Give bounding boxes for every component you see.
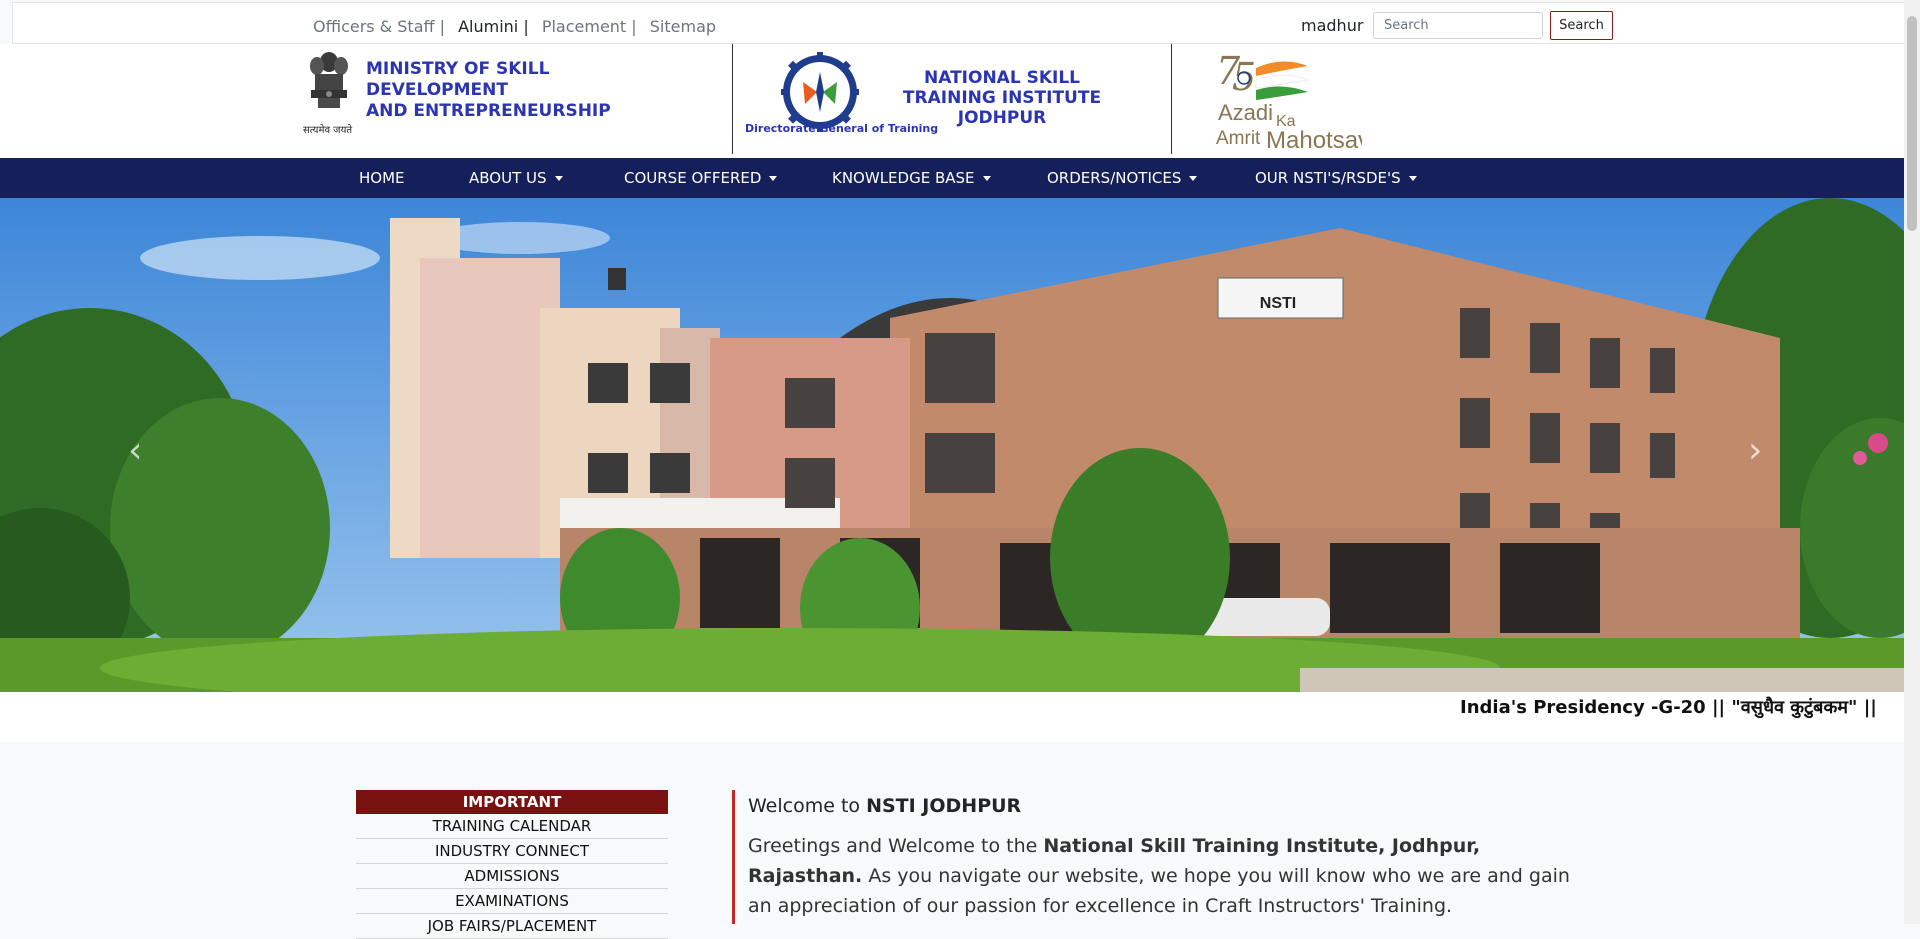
nav-about-us[interactable]: ABOUT US xyxy=(469,169,563,187)
nav-home[interactable]: HOME xyxy=(359,169,405,187)
caret-down-icon xyxy=(1408,176,1417,181)
nav-about-us-label: ABOUT US xyxy=(469,169,547,187)
svg-text:5: 5 xyxy=(1232,55,1256,99)
nsti-sign-text: NSTI xyxy=(1260,295,1296,312)
nav-course-offered[interactable]: COURSE OFFERED xyxy=(624,169,778,187)
nav-knowledge-base[interactable]: KNOWLEDGE BASE xyxy=(832,169,991,187)
caret-down-icon xyxy=(982,176,991,181)
site-header: सत्यमेव जयते MINISTRY OF SKILL DEVELOPME… xyxy=(0,44,1904,158)
important-link-admissions[interactable]: ADMISSIONS xyxy=(356,864,668,889)
nav-home-label: HOME xyxy=(359,169,405,187)
important-link-industry-connect[interactable]: INDUSTRY CONNECT xyxy=(356,839,668,864)
ministry-line-2: DEVELOPMENT xyxy=(366,80,508,100)
nsti-line-2: TRAINING INSTITUTE xyxy=(902,88,1102,108)
campus-building-photo: NSTI xyxy=(0,198,1904,692)
nav-orders-notices[interactable]: ORDERS/NOTICES xyxy=(1047,169,1198,187)
alumni-link[interactable]: Alumini | xyxy=(458,17,529,36)
nsti-title[interactable]: NATIONAL SKILL TRAINING INSTITUTE JODHPU… xyxy=(880,68,1124,128)
header-divider xyxy=(1171,44,1172,154)
national-emblem-icon xyxy=(310,52,348,108)
scrollbar-thumb[interactable] xyxy=(1907,16,1917,231)
svg-text:Azadi: Azadi xyxy=(1218,100,1273,125)
header-divider xyxy=(732,44,733,154)
announcement-marquee: India's Presidency -G-20 || "वसुधैव कुटु… xyxy=(0,692,1904,742)
ministry-line-3: AND ENTREPRENEURSHIP xyxy=(366,101,611,121)
hero-carousel[interactable]: NSTI ‹ › xyxy=(0,198,1904,692)
svg-text:Amrit: Amrit xyxy=(1216,128,1261,149)
search-input[interactable] xyxy=(1373,12,1543,39)
top-links: Officers & Staff | Alumini | Placement |… xyxy=(313,17,724,36)
important-links-panel: IMPORTANT TRAINING CALENDAR INDUSTRY CON… xyxy=(356,790,668,939)
important-heading: IMPORTANT xyxy=(356,790,668,814)
welcome-para-prefix: Greetings and Welcome to the xyxy=(748,835,1044,857)
emblem-caption: सत्यमेव जयते xyxy=(303,125,353,136)
placement-link[interactable]: Placement | xyxy=(542,17,637,36)
welcome-prefix: Welcome to xyxy=(748,795,867,817)
sitemap-link[interactable]: Sitemap xyxy=(650,17,716,36)
welcome-section: Welcome to NSTI JODHPUR Greetings and We… xyxy=(732,790,1608,924)
caret-down-icon xyxy=(554,176,563,181)
welcome-title: Welcome to NSTI JODHPUR xyxy=(748,795,1608,817)
nsti-line-1: NATIONAL SKILL xyxy=(924,68,1080,88)
nav-our-nstis-label: OUR NSTI'S/RSDE'S xyxy=(1255,169,1401,187)
marquee-text: India's Presidency -G-20 || "वसुधैव कुटु… xyxy=(1460,697,1877,718)
nav-knowledge-base-label: KNOWLEDGE BASE xyxy=(832,169,975,187)
nav-course-offered-label: COURSE OFFERED xyxy=(624,169,762,187)
top-utility-bar: Officers & Staff | Alumini | Placement |… xyxy=(12,2,1912,44)
main-navbar: HOME ABOUT US COURSE OFFERED KNOWLEDGE B… xyxy=(0,158,1904,198)
page-scrollbar[interactable] xyxy=(1904,0,1920,924)
welcome-paragraph: Greetings and Welcome to the National Sk… xyxy=(748,831,1588,921)
important-link-examinations[interactable]: EXAMINATIONS xyxy=(356,889,668,914)
carousel-next-icon[interactable]: › xyxy=(1748,430,1762,471)
nav-our-nstis[interactable]: OUR NSTI'S/RSDE'S xyxy=(1255,169,1417,187)
officers-staff-link[interactable]: Officers & Staff | xyxy=(313,17,445,36)
ministry-line-1: MINISTRY OF SKILL xyxy=(366,59,550,79)
welcome-para-rest: As you navigate our website, we hope you… xyxy=(748,865,1570,917)
caret-down-icon xyxy=(1189,176,1198,181)
svg-text:Mahotsav: Mahotsav xyxy=(1266,127,1362,150)
important-link-job-fairs[interactable]: JOB FAIRS/PLACEMENT xyxy=(356,914,668,939)
ministry-title[interactable]: MINISTRY OF SKILL DEVELOPMENT AND ENTREP… xyxy=(366,59,611,122)
important-link-training-calendar[interactable]: TRAINING CALENDAR xyxy=(356,814,668,839)
caret-down-icon xyxy=(769,176,778,181)
user-name[interactable]: madhur xyxy=(1301,16,1363,35)
welcome-title-bold: NSTI JODHPUR xyxy=(866,795,1022,817)
search-button[interactable]: Search xyxy=(1550,11,1613,40)
nav-orders-notices-label: ORDERS/NOTICES xyxy=(1047,169,1182,187)
nsti-line-3: JODHPUR xyxy=(957,108,1047,128)
azadi-ka-amrit-mahotsav-logo[interactable]: 7 5 Azadi Ka Amrit Mahotsav xyxy=(1212,50,1362,150)
carousel-prev-icon[interactable]: ‹ xyxy=(128,430,142,471)
